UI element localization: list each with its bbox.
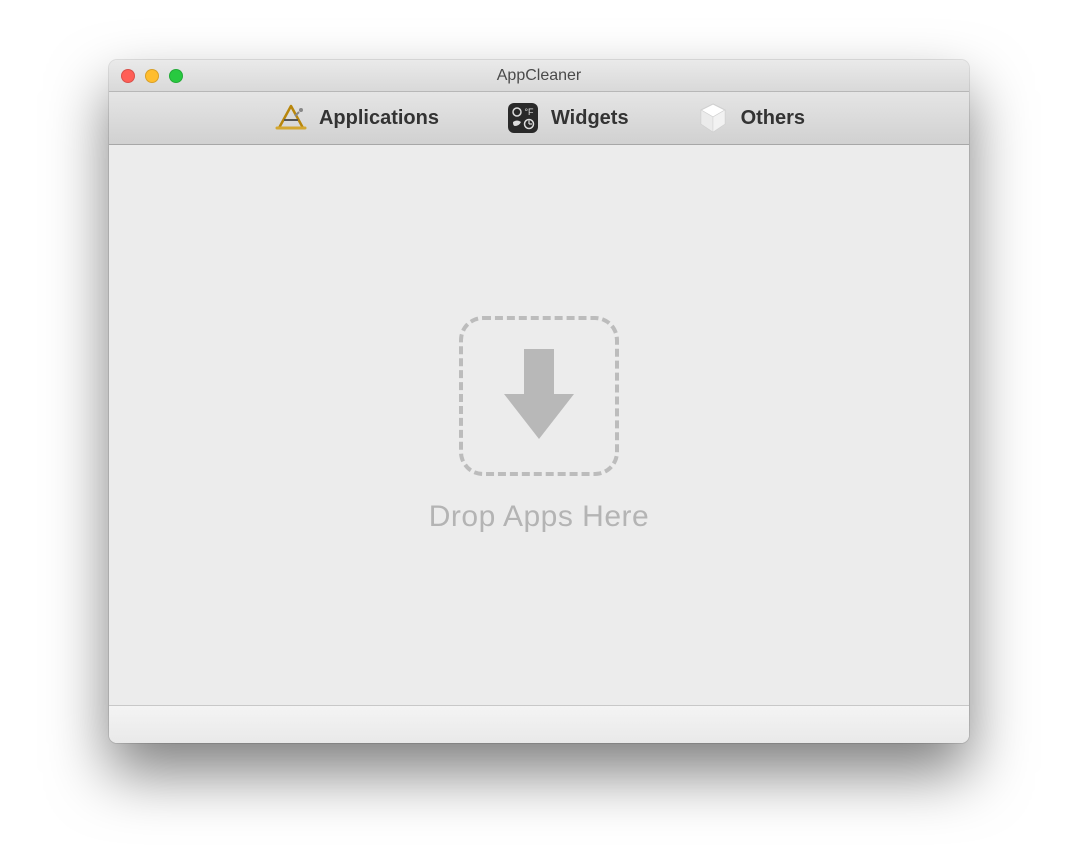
svg-text:°F: °F [524,107,534,117]
tab-label: Widgets [551,107,629,130]
maximize-button[interactable] [169,69,183,83]
toolbar: Applications °F Widgets [109,92,969,145]
tab-label: Applications [319,107,439,130]
widgets-icon: °F [505,100,541,136]
tab-applications[interactable]: Applications [265,96,447,140]
drop-target-box[interactable] [459,316,619,476]
titlebar[interactable]: AppCleaner [109,60,969,92]
drop-zone-label: Drop Apps Here [429,500,649,534]
tab-widgets[interactable]: °F Widgets [497,96,637,140]
window-title: AppCleaner [109,67,969,85]
traffic-lights [121,69,183,83]
applications-icon [273,100,309,136]
others-icon [695,100,731,136]
arrow-down-icon [494,339,584,454]
tab-others[interactable]: Others [687,96,813,140]
tab-label: Others [741,107,805,130]
drop-zone[interactable]: Drop Apps Here [429,316,649,534]
footer-bar [109,705,969,743]
close-button[interactable] [121,69,135,83]
minimize-button[interactable] [145,69,159,83]
app-window: AppCleaner Applications °F [109,60,969,743]
content-area: Drop Apps Here [109,145,969,705]
